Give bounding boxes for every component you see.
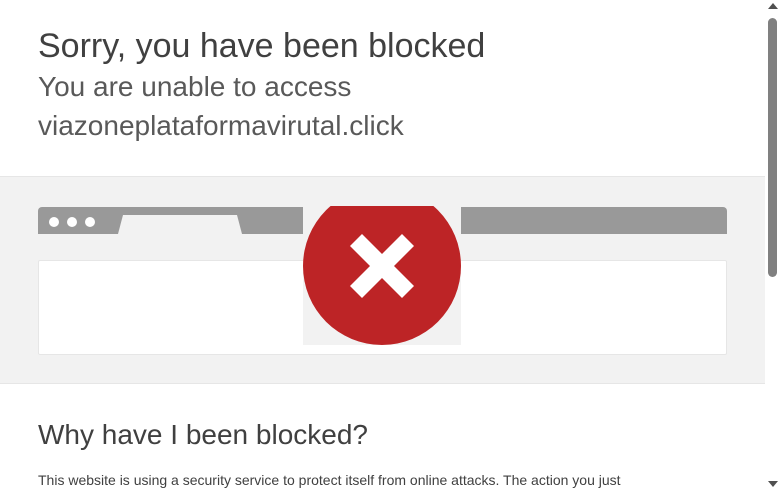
blocked-page: Sorry, you have been blocked You are una… (0, 0, 765, 493)
scroll-up-arrow-icon[interactable] (768, 3, 778, 9)
window-dot-icon (49, 217, 59, 227)
scroll-down-arrow-icon[interactable] (768, 481, 778, 487)
page-title: Sorry, you have been blocked (38, 27, 486, 65)
window-dot-icon (85, 217, 95, 227)
browser-tab (118, 215, 242, 234)
explanation-text: This website is using a security service… (38, 472, 621, 488)
scrollbar-thumb[interactable] (768, 18, 777, 277)
window-dot-icon (67, 217, 77, 227)
vertical-scrollbar[interactable] (765, 0, 780, 493)
section-heading: Why have I been blocked? (38, 419, 368, 450)
x-circle-icon (303, 206, 461, 345)
blocked-domain: viazoneplataformavirutal.click (38, 110, 404, 141)
subtitle-unable: You are unable to access (38, 71, 352, 102)
browser-illustration (0, 176, 765, 384)
page-header: Sorry, you have been blocked You are una… (0, 0, 765, 176)
